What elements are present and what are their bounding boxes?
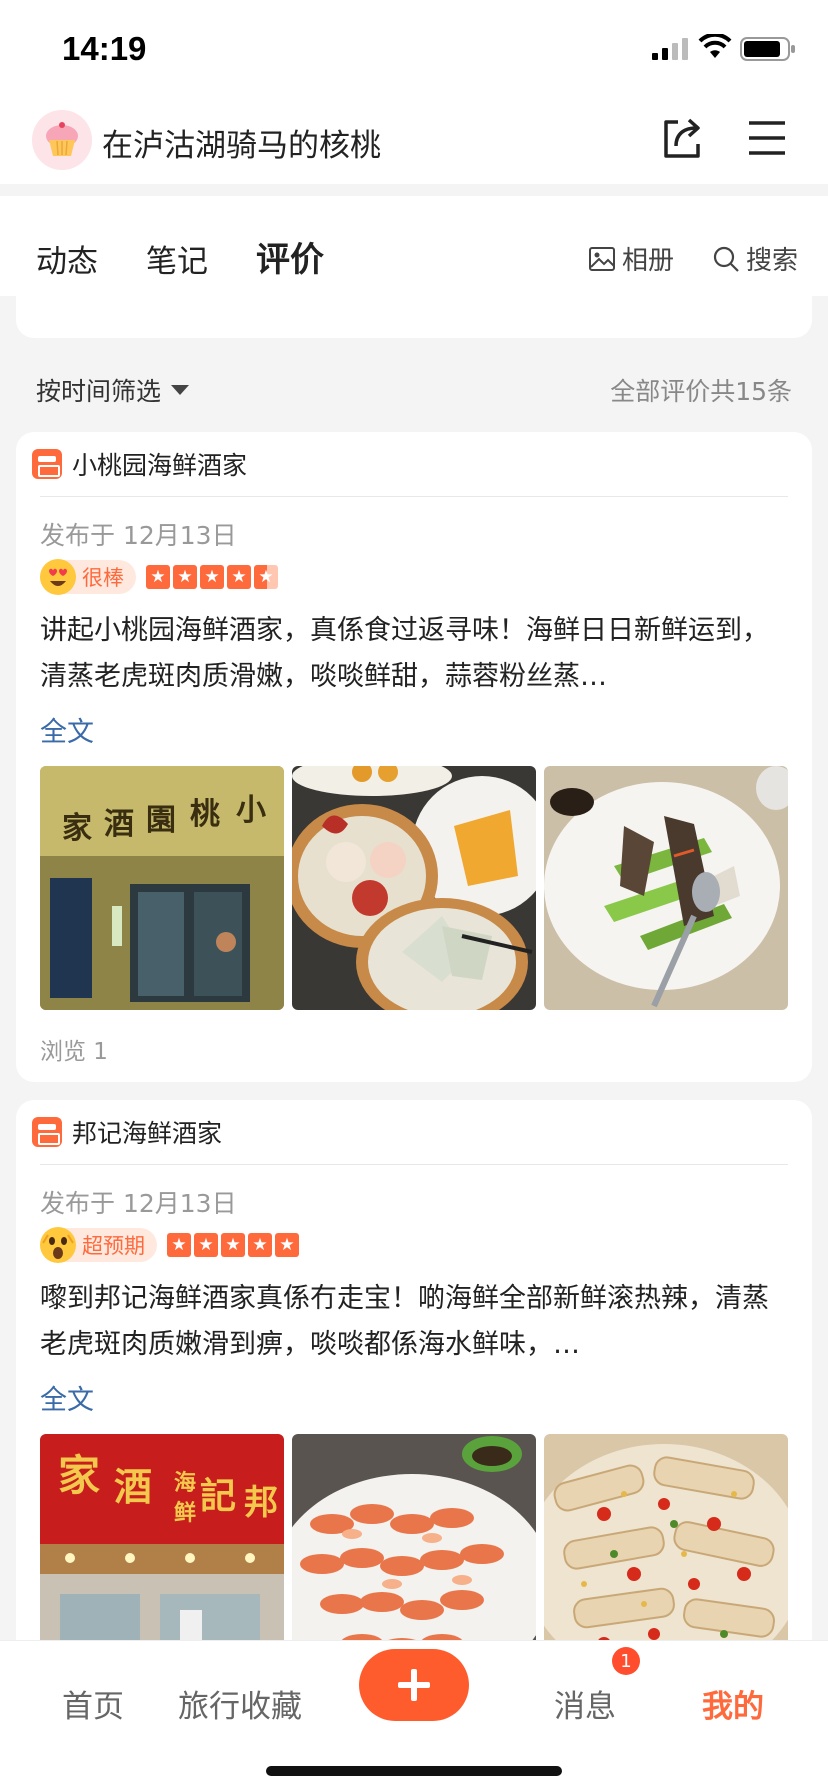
review-card[interactable]: 小桃园海鲜酒家 发布于 12月13日 很棒 ★ ★ ★ ★ ★ 讲起小桃园海鲜酒… (16, 432, 812, 1082)
svg-text:園: 園 (146, 803, 176, 838)
read-more-link[interactable]: 全文 (40, 1378, 94, 1417)
star-icon: ★ (227, 565, 251, 589)
review-text: 讲起小桃园海鲜酒家，真係食过返寻味！海鲜日日新鲜运到，清蒸老虎斑肉质滑嫩，啖啖鲜… (40, 615, 769, 692)
rating-row: 很棒 ★ ★ ★ ★ ★ (40, 559, 278, 595)
svg-text:記: 記 (200, 1475, 236, 1517)
status-time: 14:19 (62, 30, 147, 67)
star-icon: ★ (200, 565, 224, 589)
half-star-icon: ★ (254, 565, 278, 589)
star-icon: ★ (167, 1233, 191, 1257)
rating-badge: 很棒 (40, 559, 136, 595)
svg-text:酒: 酒 (104, 807, 134, 842)
home-indicator (266, 1766, 562, 1776)
rating-badge-label: 超预期 (82, 1234, 145, 1258)
search-icon (713, 246, 739, 272)
restaurant-storefront-photo[interactable]: 家酒園桃小 (40, 766, 284, 1010)
astonished-emoji-icon (40, 1227, 76, 1263)
avatar[interactable] (32, 110, 92, 170)
shop-name: 小桃园海鲜酒家 (72, 451, 248, 480)
svg-text:小: 小 (236, 793, 266, 828)
review-date: 发布于 12月13日 (40, 521, 237, 550)
add-button[interactable] (359, 1649, 469, 1721)
profile-header: 在泸沽湖骑马的核桃 (0, 92, 828, 184)
star-icon: ★ (146, 565, 170, 589)
shop-link[interactable]: 小桃园海鲜酒家 (32, 446, 247, 482)
username: 在泸沽湖骑马的核桃 (102, 128, 381, 164)
tab-reviews[interactable]: 评价 (256, 232, 324, 285)
rating-badge-label: 很棒 (82, 566, 124, 590)
tab-notes[interactable]: 笔记 (146, 236, 208, 281)
shop-name: 邦记海鲜酒家 (72, 1119, 223, 1148)
svg-text:家: 家 (58, 1451, 100, 1500)
time-filter-dropdown[interactable]: 按时间筛选 (36, 372, 190, 408)
svg-text:家: 家 (62, 811, 92, 846)
profile-tabs: 动态 笔记 评价 相册 搜索 (0, 196, 828, 296)
star-icon: ★ (221, 1233, 245, 1257)
nav-home[interactable]: 首页 (62, 1681, 124, 1726)
divider (40, 496, 788, 497)
review-card[interactable]: 邦记海鲜酒家 发布于 12月13日 超预期 ★ ★ ★ ★ ★ 嚟到邦记海鲜酒家… (16, 1100, 812, 1700)
view-count: 浏览 1 (40, 1039, 108, 1065)
read-more-link[interactable]: 全文 (40, 710, 94, 749)
battery-icon (740, 37, 795, 61)
svg-text:桃: 桃 (190, 797, 220, 832)
album-label: 相册 (622, 246, 675, 276)
star-rating: ★ ★ ★ ★ ★ (167, 1233, 299, 1257)
nav-travel-favorites[interactable]: 旅行收藏 (178, 1681, 302, 1726)
tab-moments[interactable]: 动态 (36, 236, 98, 281)
nav-messages[interactable]: 消息 (554, 1681, 616, 1726)
plus-icon (398, 1669, 430, 1701)
menu-icon[interactable] (747, 118, 787, 158)
photo-grid: 家酒園桃小 (40, 766, 788, 1010)
messages-unread-badge: 1 (612, 1647, 640, 1675)
review-text: 嚟到邦记海鲜酒家真係冇走宝！啲海鲜全部新鲜滚热辣，清蒸老虎斑肉质嫩滑到痹，啖啖都… (40, 1283, 769, 1360)
svg-text:鲜: 鲜 (174, 1500, 196, 1526)
chevron-down-icon (171, 385, 190, 395)
rating-row: 超预期 ★ ★ ★ ★ ★ (40, 1227, 299, 1263)
review-date: 发布于 12月13日 (40, 1189, 237, 1218)
cellular-signal-icon (652, 38, 688, 60)
star-icon: ★ (173, 565, 197, 589)
album-button[interactable]: 相册 (588, 240, 674, 277)
cupcake-icon (32, 110, 92, 170)
svg-text:邦: 邦 (244, 1483, 278, 1523)
review-count: 全部评价共15条 (610, 377, 792, 406)
share-icon[interactable] (660, 116, 704, 160)
search-button[interactable]: 搜索 (712, 240, 798, 277)
rating-badge: 超预期 (40, 1227, 157, 1263)
nav-mine[interactable]: 我的 (702, 1681, 764, 1726)
heart-eyes-emoji-icon (40, 559, 76, 595)
star-icon: ★ (194, 1233, 218, 1257)
shop-link[interactable]: 邦记海鲜酒家 (32, 1114, 222, 1150)
star-icon: ★ (275, 1233, 299, 1257)
wifi-icon (698, 34, 732, 58)
stir-fried-vegetables-photo[interactable] (544, 766, 788, 1010)
shop-icon (32, 1117, 62, 1147)
time-filter-label: 按时间筛选 (36, 377, 162, 406)
star-rating: ★ ★ ★ ★ ★ (146, 565, 278, 589)
previous-card-fragment (16, 296, 812, 338)
dim-sum-platter-photo[interactable] (292, 766, 536, 1010)
image-icon (589, 246, 615, 271)
svg-text:海: 海 (174, 1470, 196, 1496)
divider (40, 1164, 788, 1165)
status-bar: 14:19 (0, 0, 828, 92)
svg-text:酒: 酒 (114, 1464, 152, 1509)
star-icon: ★ (248, 1233, 272, 1257)
search-label: 搜索 (746, 246, 799, 276)
shop-icon (32, 449, 62, 479)
